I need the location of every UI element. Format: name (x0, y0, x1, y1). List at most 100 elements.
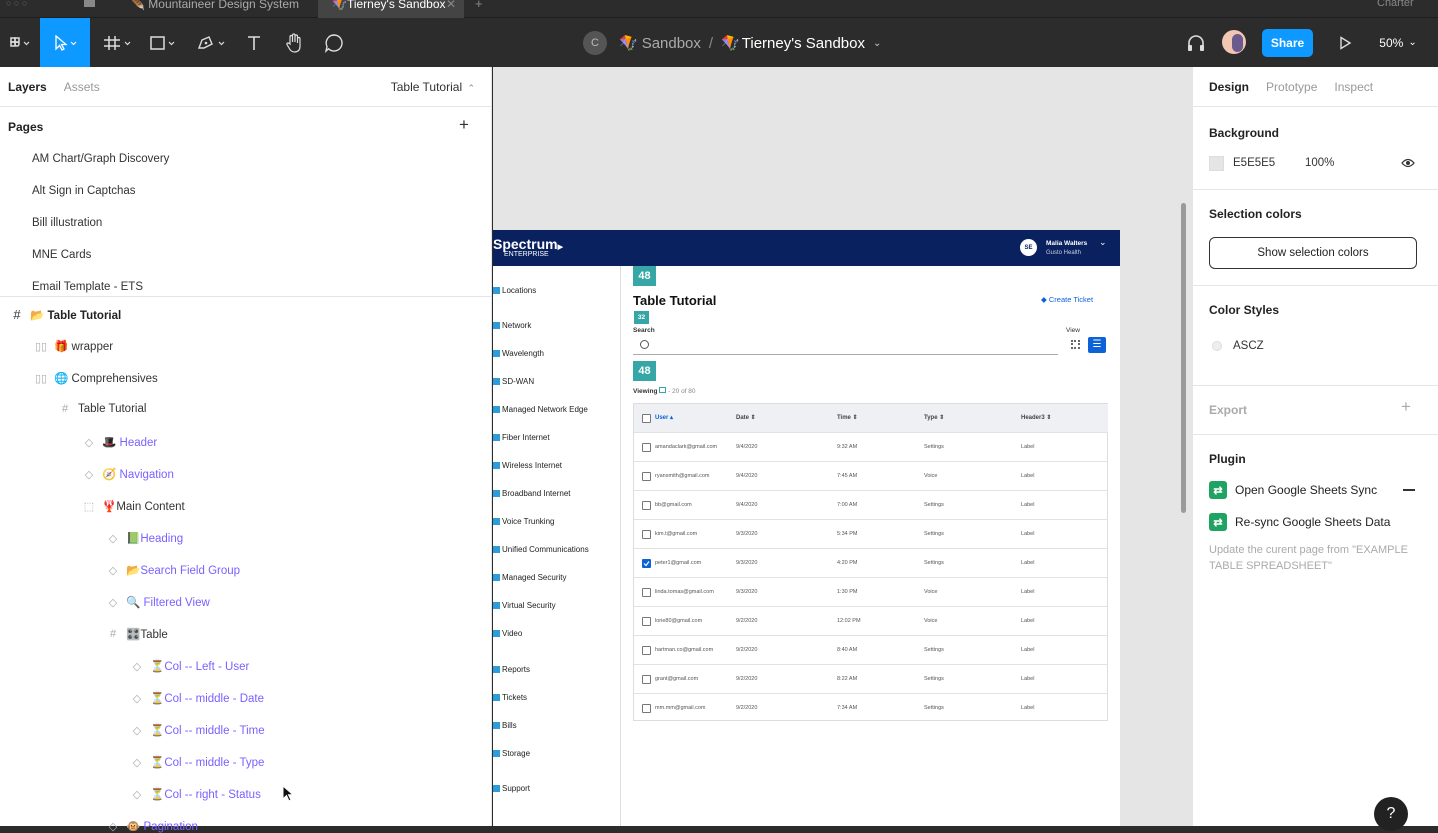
nav-item[interactable]: Tickets (493, 693, 527, 702)
nav-item[interactable]: Voice Trunking (493, 517, 554, 526)
column-header-user[interactable]: User ▴ (655, 414, 673, 421)
present-button[interactable] (1333, 18, 1357, 67)
table-row[interactable]: lorie80@gmail.com 9/2/2020 12:02 PM Voice La… (634, 606, 1108, 635)
list-view-button[interactable]: ☰ (1088, 337, 1106, 353)
project-name[interactable]: Sandbox (642, 35, 701, 52)
chevron-down-icon[interactable]: ⌄ (1099, 237, 1107, 248)
row-checkbox[interactable] (642, 675, 651, 684)
row-checkbox[interactable] (642, 443, 651, 452)
tab-layers[interactable]: Layers (8, 80, 47, 94)
layer-row[interactable]: ◇ 🎩 Header (82, 435, 157, 450)
frame-tool-button[interactable] (98, 18, 138, 67)
table-row[interactable]: peter1@gmail.com 9/3/2020 4:20 PM Settings L… (634, 548, 1108, 577)
background-opacity-input[interactable]: 100% (1305, 157, 1334, 169)
canvas[interactable]: Spectrum▶ ENTERPRISE SE Malia Walters Gu… (493, 67, 1192, 826)
nav-item[interactable]: Support (493, 784, 530, 793)
nav-item[interactable]: Fiber Internet (493, 433, 550, 442)
layer-row[interactable]: ◇ ⏳Col -- middle - Date (130, 691, 264, 706)
new-tab-icon[interactable]: + (475, 0, 483, 10)
layer-row[interactable]: ⬚ 🦞Main Content (82, 499, 185, 514)
tab-mountaineer[interactable]: 🪶 Mountaineer Design System (116, 0, 316, 18)
file-name[interactable]: Tierney's Sandbox (742, 35, 865, 52)
row-checkbox[interactable] (642, 501, 651, 510)
shape-tool-button[interactable] (144, 18, 184, 67)
color-style-swatch[interactable] (1212, 341, 1222, 351)
page-size-select[interactable] (659, 387, 667, 393)
tab-prototype[interactable]: Prototype (1266, 80, 1317, 94)
layer-row[interactable]: ◇ 🐵 Pagination (106, 819, 198, 833)
canvas-scrollbar[interactable] (1181, 203, 1186, 513)
nav-item[interactable]: Video (493, 629, 522, 638)
background-swatch[interactable] (1209, 156, 1224, 171)
layer-row[interactable]: ◇ 🧭 Navigation (82, 467, 174, 482)
table-row[interactable]: grant@gmail.com 9/2/2020 8:22 AM Settings La… (634, 664, 1108, 693)
team-avatar[interactable]: C (583, 31, 607, 55)
page-item[interactable]: AM Chart/Graph Discovery (32, 153, 169, 165)
layer-row[interactable]: ◇ ⏳Col -- middle - Type (130, 755, 265, 770)
eye-icon[interactable] (1401, 157, 1415, 172)
row-checkbox[interactable] (642, 617, 651, 626)
user-avatar[interactable] (1222, 30, 1246, 54)
comment-tool-button[interactable] (320, 18, 348, 67)
page-item[interactable]: Email Template - ETS (32, 281, 143, 293)
create-ticket-link[interactable]: ◆ Create Ticket (1041, 295, 1093, 304)
plugin-item-open-sync[interactable]: ⇄ Open Google Sheets Sync (1209, 481, 1377, 499)
layer-row[interactable]: ◇ 📗Heading (106, 531, 183, 546)
column-header-type[interactable]: Type ⇕ (924, 414, 944, 421)
text-tool-button[interactable] (240, 18, 268, 67)
row-checkbox[interactable] (642, 646, 651, 655)
table-row[interactable]: linda.tomas@gmail.com 9/3/2020 1:30 PM Voic… (634, 577, 1108, 606)
nav-item[interactable]: SD-WAN (493, 377, 534, 386)
show-selection-colors-button[interactable]: Show selection colors (1209, 237, 1417, 269)
column-header-time[interactable]: Time ⇕ (837, 414, 858, 421)
layer-row[interactable]: # 📂 Table Tutorial (10, 307, 121, 322)
page-item[interactable]: Alt Sign in Captchas (32, 185, 136, 197)
page-item[interactable]: MNE Cards (32, 249, 91, 261)
row-checkbox[interactable] (642, 704, 651, 713)
page-switcher[interactable]: Table Tutorial ⌃ (391, 80, 475, 94)
nav-item[interactable]: Reports (493, 665, 530, 674)
nav-item[interactable]: Virtual Security (493, 601, 556, 610)
page-item[interactable]: Bill illustration (32, 217, 102, 229)
nav-item[interactable]: Network (493, 321, 531, 330)
grid-view-icon[interactable] (1071, 340, 1080, 349)
layer-row[interactable]: ▯▯ 🌐 Comprehensives (34, 371, 158, 386)
layer-row[interactable]: ◇ ⏳Col -- middle - Time (130, 723, 265, 738)
nav-item[interactable]: Wavelength (493, 349, 544, 358)
nav-item[interactable]: Unified Communications (493, 545, 589, 554)
nav-item[interactable]: Broadband Internet (493, 489, 571, 498)
color-style-name[interactable]: ASCZ (1233, 340, 1264, 352)
chevron-down-icon[interactable]: ⌄ (873, 38, 881, 49)
tab-inspect[interactable]: Inspect (1334, 80, 1373, 94)
nav-item[interactable]: Storage (493, 749, 530, 758)
home-icon[interactable] (84, 0, 95, 7)
close-tab-icon[interactable]: ✕ (446, 0, 456, 10)
layer-row[interactable]: ◇ 🔍 Filtered View (106, 595, 210, 610)
layer-row[interactable]: ◇ ⏳Col -- Left - User (130, 659, 250, 674)
row-checkbox[interactable] (642, 588, 651, 597)
table-row[interactable]: kim.t@gmail.com 9/3/2020 5:34 PM Settings La… (634, 519, 1108, 548)
layer-row[interactable]: ◇ 📂Search Field Group (106, 563, 240, 578)
nav-item[interactable]: Bills (493, 721, 517, 730)
move-tool-button[interactable] (40, 18, 90, 67)
column-header-date[interactable]: Date ⇕ (736, 414, 756, 421)
select-all-checkbox[interactable] (642, 414, 651, 423)
hand-tool-button[interactable] (280, 18, 308, 67)
table-row[interactable]: amandaclark@gmail.com 9/4/2020 9:32 AM Sett… (634, 432, 1108, 461)
table-tutorial-frame[interactable]: Spectrum▶ ENTERPRISE SE Malia Walters Gu… (493, 230, 1120, 826)
row-checkbox[interactable] (642, 559, 651, 568)
plugin-item-resync[interactable]: ⇄ Re-sync Google Sheets Data (1209, 513, 1390, 531)
pen-tool-button[interactable] (192, 18, 232, 67)
nav-item[interactable]: Managed Security (493, 573, 566, 582)
nav-item[interactable]: Managed Network Edge (493, 405, 588, 414)
nav-item[interactable]: Locations (493, 286, 536, 295)
table-row[interactable]: ryansmith@gmail.com 9/4/2020 7:45 AM Voice L… (634, 461, 1108, 490)
column-header-status[interactable]: Header3 ⇕ (1021, 414, 1051, 421)
tab-tierneys-sandbox[interactable]: 🪁Tierney's Sandbox ✕ (318, 0, 464, 18)
layer-row[interactable]: ▯▯ 🎁 wrapper (34, 339, 113, 354)
window-controls-icon[interactable]: ○ ○ ○ (6, 0, 27, 8)
add-page-icon[interactable]: + (459, 116, 469, 133)
table-row[interactable]: hartman.co@gmail.com 9/2/2020 8:40 AM Setti… (634, 635, 1108, 664)
tab-design[interactable]: Design (1209, 80, 1249, 94)
background-hex-input[interactable]: E5E5E5 (1233, 157, 1275, 169)
